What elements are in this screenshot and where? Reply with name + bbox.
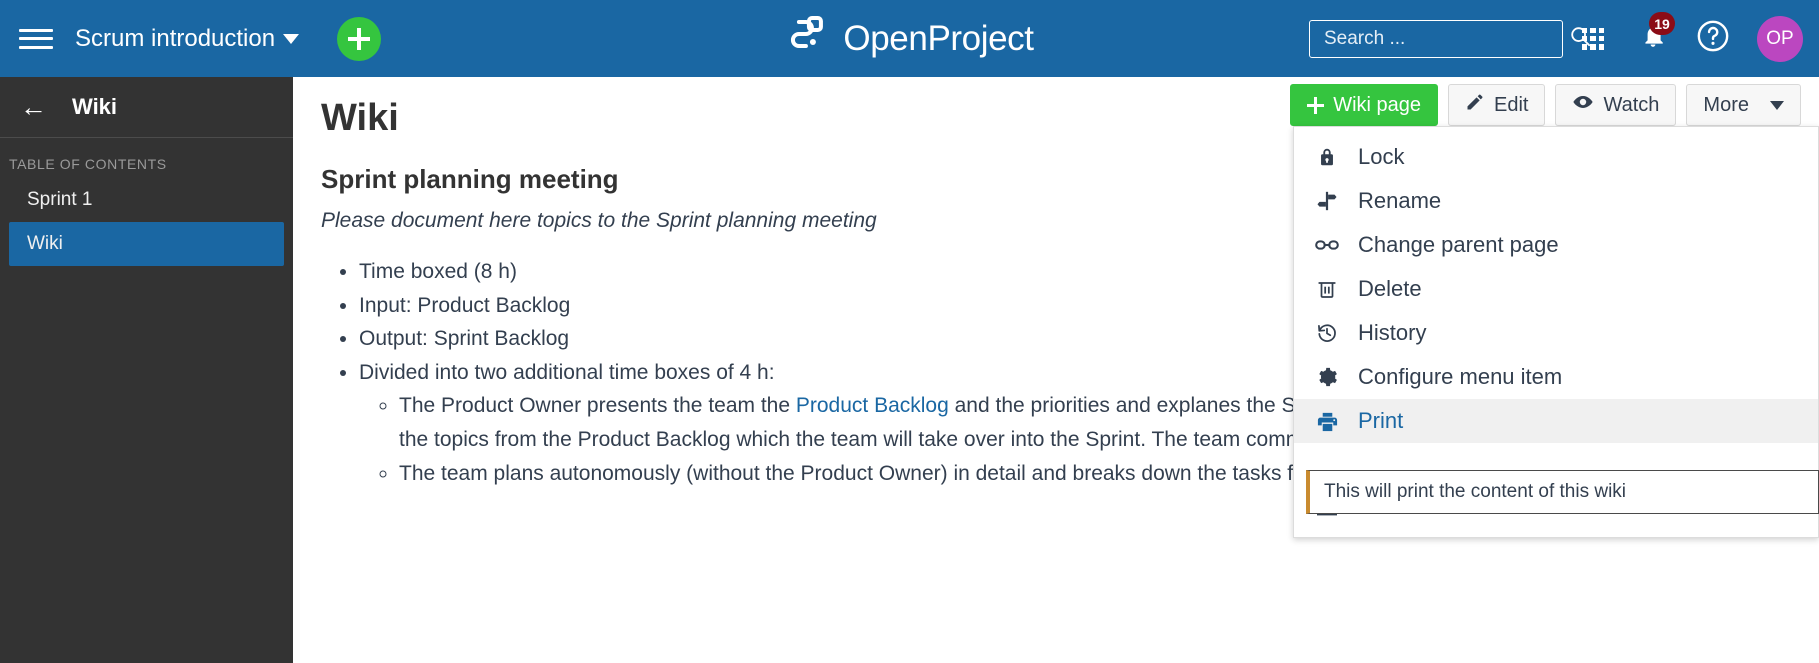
menu-item-label: History — [1358, 320, 1427, 345]
table-of-contents-label: TABLE OF CONTENTS — [9, 156, 167, 172]
pencil-icon — [1465, 92, 1485, 118]
logo-mark-icon — [785, 16, 829, 61]
plus-icon — [1307, 96, 1325, 114]
project-name: Scrum introduction — [75, 24, 276, 52]
modules-button[interactable] — [1563, 0, 1623, 77]
history-icon — [1314, 320, 1340, 346]
sub-item-text-before-link: The Product Owner presents the team the — [399, 394, 796, 418]
new-wiki-page-button[interactable]: Wiki page — [1290, 84, 1439, 126]
menu-item-label: Configure menu item — [1358, 364, 1563, 389]
menu-item-label: Change parent page — [1358, 232, 1559, 257]
grid-icon — [1582, 27, 1604, 50]
sidebar-item-sprint-1[interactable]: Sprint 1 — [9, 178, 284, 222]
trash-icon — [1314, 276, 1340, 302]
global-search[interactable] — [1309, 19, 1591, 58]
menu-item-label: Lock — [1358, 144, 1405, 169]
link-icon — [1314, 232, 1340, 258]
chevron-down-icon — [1770, 100, 1784, 110]
new-wiki-page-label: Wiki page — [1333, 93, 1422, 116]
link-product-backlog[interactable]: Product Backlog — [796, 394, 949, 417]
notification-badge: 19 — [1649, 12, 1675, 35]
lock-icon — [1314, 144, 1340, 170]
edit-button[interactable]: Edit — [1448, 84, 1546, 126]
menu-item-print[interactable]: Print — [1294, 399, 1818, 443]
edit-label: Edit — [1494, 93, 1529, 116]
menu-item-history[interactable]: History — [1294, 311, 1818, 355]
sidebar-item-wiki[interactable]: Wiki — [9, 222, 284, 266]
avatar[interactable]: OP — [1757, 15, 1803, 62]
more-label: More — [1703, 93, 1749, 116]
eye-icon — [1572, 91, 1594, 119]
notifications-button[interactable]: 19 — [1623, 0, 1683, 77]
printer-icon — [1314, 408, 1340, 434]
page-toolbar: Wiki page Edit Watch More — [1290, 84, 1801, 126]
menu-item-change-parent-page[interactable]: Change parent page — [1294, 223, 1818, 267]
search-input[interactable] — [1324, 27, 1569, 50]
watch-label: Watch — [1603, 93, 1660, 116]
list-item-label: Divided into two additional time boxes o… — [359, 360, 775, 384]
sidebar-header: ← Wiki — [0, 77, 293, 138]
avatar-initials: OP — [1766, 27, 1794, 49]
hamburger-icon[interactable] — [19, 26, 53, 52]
header-actions: 19 OP — [1309, 0, 1803, 77]
more-button[interactable]: More — [1686, 84, 1801, 126]
watch-button[interactable]: Watch — [1555, 84, 1677, 126]
logo-text: OpenProject — [843, 18, 1034, 58]
menu-item-label: Delete — [1358, 276, 1422, 301]
project-selector[interactable]: Scrum introduction — [75, 24, 300, 53]
openproject-logo[interactable]: OpenProject — [785, 16, 1034, 61]
chevron-down-icon — [283, 33, 300, 44]
top-header: Scrum introduction OpenProject Search ..… — [0, 0, 1819, 77]
print-tooltip: This will print the content of this wiki — [1306, 470, 1819, 514]
menu-item-label: Rename — [1358, 188, 1442, 213]
back-arrow-icon[interactable]: ← — [20, 93, 47, 121]
menu-item-configure-menu-item[interactable]: Configure menu item — [1294, 355, 1818, 399]
menu-item-lock[interactable]: Lock — [1294, 135, 1818, 179]
sidebar: ← Wiki TABLE OF CONTENTS Sprint 1 Wiki — [0, 77, 293, 663]
plus-icon — [348, 27, 371, 50]
sidebar-title: Wiki — [72, 94, 118, 119]
menu-item-rename[interactable]: Rename — [1294, 179, 1818, 223]
help-button[interactable] — [1683, 0, 1743, 77]
help-circle-icon — [1696, 19, 1730, 58]
menu-item-label: Print — [1358, 408, 1404, 433]
menu-item-delete[interactable]: Delete — [1294, 267, 1818, 311]
add-button[interactable] — [337, 16, 382, 61]
gear-icon — [1314, 364, 1340, 390]
signpost-icon — [1314, 188, 1340, 214]
